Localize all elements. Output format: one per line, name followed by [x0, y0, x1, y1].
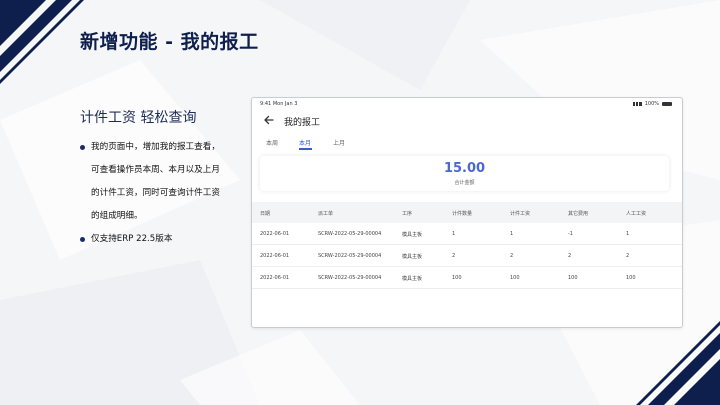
table-cell: 2022-06-01	[260, 275, 290, 281]
bullet-item: 我的页面中，增加我的报工查看， 可查看操作员本周、本月以及上月 的计件工资，同时…	[80, 136, 255, 228]
bullet-item: 仅支持ERP 22.5版本	[80, 228, 255, 251]
total-amount-label: 合计金额	[454, 180, 475, 186]
bullet-line: 我的页面中，增加我的报工查看，	[91, 142, 220, 152]
tab-this-month[interactable]: 本月	[299, 138, 311, 147]
signal-icon	[632, 102, 642, 106]
status-right: 100%	[632, 101, 672, 107]
bullet-line: 的组成明细。	[91, 211, 143, 221]
table-cell: SCRW-2022-05-29-00004	[318, 231, 382, 237]
table-header-cell: 派工单	[318, 211, 334, 217]
status-time: 9:41 Mon Jan 3	[260, 101, 298, 107]
slide-title: 新增功能 - 我的报工	[80, 31, 259, 53]
table-cell: -1	[568, 231, 573, 237]
bullet-line: 的计件工资，同时可查询计件工资	[91, 188, 220, 198]
table-cell: 2022-06-01	[260, 253, 290, 259]
table-cell: 模具主板	[402, 254, 423, 260]
period-tabs: 本周 本月 上月	[252, 136, 682, 150]
page-title: 我的报工	[284, 118, 321, 128]
back-arrow-icon[interactable]	[262, 113, 276, 127]
table-header-cell: 日期	[260, 211, 271, 217]
total-amount: 15.00	[443, 161, 486, 176]
table-cell: 100	[510, 275, 520, 281]
table-cell: 2	[568, 253, 572, 259]
table-header-row: 日期 派工单 工序 计件数量 计件工资 其它费用 人工工资	[252, 202, 682, 223]
table-cell: SCRW-2022-05-29-00004	[318, 253, 382, 259]
table-header-cell: 其它费用	[568, 211, 589, 217]
active-tab-indicator	[299, 148, 312, 150]
table-header-cell: 工序	[402, 211, 413, 217]
nav-bar: 我的报工	[252, 110, 682, 132]
table-cell: 模具主板	[402, 276, 423, 282]
table-cell: 2	[626, 253, 630, 259]
total-amount-card: 15.00 合计金额	[260, 156, 669, 191]
bullet-line: 仅支持ERP 22.5版本	[91, 234, 173, 244]
table-row[interactable]: 2022-06-01 SCRW-2022-05-29-00004 模具主板 10…	[252, 267, 682, 289]
battery-percent: 100%	[644, 101, 659, 107]
bullet-line: 可查看操作员本周、本月以及上月	[91, 165, 220, 175]
table-cell: 100	[452, 275, 462, 281]
table-cell: 2022-06-01	[260, 231, 290, 237]
app-screenshot: 9:41 Mon Jan 3 100% 我的报工 本周 本月 上月 15.00 …	[251, 97, 683, 328]
table-header-cell: 计件工资	[510, 211, 531, 217]
table-row[interactable]: 2022-06-01 SCRW-2022-05-29-00004 模具主板 2 …	[252, 245, 682, 267]
slide-subtitle: 计件工资 轻松查询	[80, 110, 197, 126]
table-cell: 1	[626, 231, 630, 237]
table-cell: SCRW-2022-05-29-00004	[318, 275, 382, 281]
table-cell: 1	[452, 231, 456, 237]
table-header-cell: 计件数量	[452, 211, 473, 217]
table-cell: 100	[626, 275, 636, 281]
battery-icon	[662, 102, 672, 106]
tab-this-week[interactable]: 本周	[266, 138, 278, 147]
table-cell: 模具主板	[402, 232, 423, 238]
table-header-cell: 人工工资	[626, 211, 647, 217]
table-cell: 2	[452, 253, 456, 259]
table-row[interactable]: 2022-06-01 SCRW-2022-05-29-00004 模具主板 1 …	[252, 223, 682, 245]
table-cell: 100	[568, 275, 578, 281]
tab-last-month[interactable]: 上月	[333, 138, 345, 147]
bullet-list: 我的页面中，增加我的报工查看， 可查看操作员本周、本月以及上月 的计件工资，同时…	[80, 136, 255, 251]
table-cell: 2	[510, 253, 514, 259]
status-bar: 9:41 Mon Jan 3 100%	[252, 98, 682, 109]
table-cell: 1	[510, 231, 514, 237]
